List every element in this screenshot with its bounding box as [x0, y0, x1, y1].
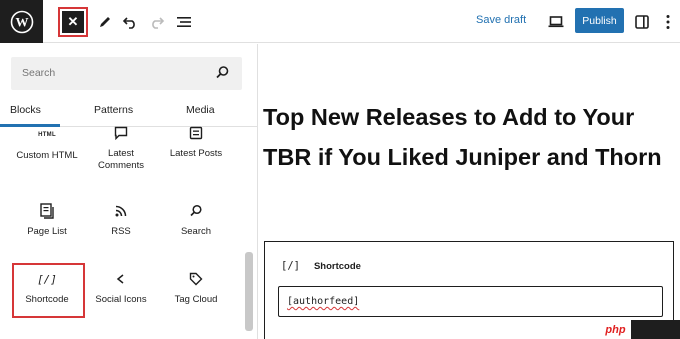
php-watermark: php: [600, 320, 680, 339]
block-latest-comments[interactable]: Latest Comments: [85, 123, 157, 172]
publish-button[interactable]: Publish: [575, 8, 624, 33]
tab-blocks[interactable]: Blocks: [10, 104, 41, 116]
svg-text:W: W: [15, 14, 28, 29]
block-shortcode[interactable]: [/] Shortcode: [11, 269, 83, 306]
block-search[interactable]: Search: [160, 201, 232, 238]
search-icon: [216, 66, 229, 79]
redo-button[interactable]: [143, 8, 171, 36]
page-list-icon: [40, 203, 54, 219]
block-label: Page List: [27, 226, 67, 237]
html-icon-label: HTML: [38, 132, 56, 138]
block-search-input[interactable]: Search: [11, 57, 242, 90]
close-inserter-button[interactable]: ✕: [58, 7, 88, 37]
block-label: Shortcode: [25, 294, 69, 305]
pencil-icon: [100, 17, 110, 27]
block-rss[interactable]: RSS: [85, 201, 157, 238]
list-view-icon: [177, 17, 191, 27]
inserter-scrollbar[interactable]: [245, 252, 253, 331]
settings-button[interactable]: [628, 8, 656, 36]
tools-button[interactable]: [91, 8, 119, 36]
block-custom-html[interactable]: HTML Custom HTML: [11, 125, 83, 162]
rss-icon: [115, 205, 127, 217]
options-button[interactable]: [654, 8, 680, 36]
block-label: Custom HTML: [16, 150, 78, 161]
more-vertical-icon: [666, 15, 670, 29]
comment-icon: [114, 126, 128, 140]
php-watermark-text: php: [600, 320, 631, 339]
block-label: Search: [180, 226, 212, 237]
search-icon: [190, 204, 202, 217]
block-inserter-panel: Search Blocks Patterns Media HTML Custom…: [0, 44, 258, 339]
share-icon: [116, 274, 124, 284]
html-icon: HTML: [11, 125, 83, 145]
undo-button[interactable]: [116, 8, 144, 36]
block-label: RSS: [111, 226, 131, 237]
editor-toolbar: W ✕ Save draft Publish: [0, 0, 680, 43]
save-draft-button[interactable]: Save draft: [476, 14, 526, 26]
shortcode-value: [authorfeed]: [287, 296, 360, 307]
post-title[interactable]: Top New Releases to Add to Your TBR if Y…: [263, 97, 663, 177]
block-label: Latest Comments: [98, 148, 144, 171]
post-list-icon: [189, 126, 203, 140]
shortcode-icon: [/]: [281, 260, 300, 272]
block-page-list[interactable]: Page List: [11, 201, 83, 238]
block-label: Tag Cloud: [174, 294, 218, 305]
list-view-button[interactable]: [170, 8, 198, 36]
wordpress-icon: W: [10, 10, 33, 33]
sidebar-toggle-icon: [635, 15, 649, 29]
wordpress-logo-button[interactable]: W: [0, 0, 43, 43]
block-latest-posts[interactable]: Latest Posts: [160, 123, 232, 160]
tag-icon: [189, 272, 203, 286]
shortcode-block-header: [/] Shortcode: [281, 260, 361, 272]
block-label: Social Icons: [95, 294, 147, 305]
undo-icon: [122, 17, 135, 29]
close-icon: ✕: [62, 11, 84, 33]
preview-button[interactable]: [542, 8, 570, 36]
laptop-icon: [548, 16, 564, 28]
block-social-icons[interactable]: Social Icons: [85, 269, 157, 306]
redo-icon: [152, 17, 165, 29]
shortcode-icon: [/]: [37, 272, 57, 286]
block-tag-cloud[interactable]: Tag Cloud: [160, 269, 232, 306]
search-placeholder: Search: [22, 67, 56, 79]
shortcode-input[interactable]: [authorfeed]: [278, 286, 663, 317]
shortcode-block-title: Shortcode: [313, 260, 361, 272]
tab-media[interactable]: Media: [186, 104, 215, 116]
tab-patterns[interactable]: Patterns: [94, 104, 133, 116]
block-label: Latest Posts: [169, 148, 223, 159]
